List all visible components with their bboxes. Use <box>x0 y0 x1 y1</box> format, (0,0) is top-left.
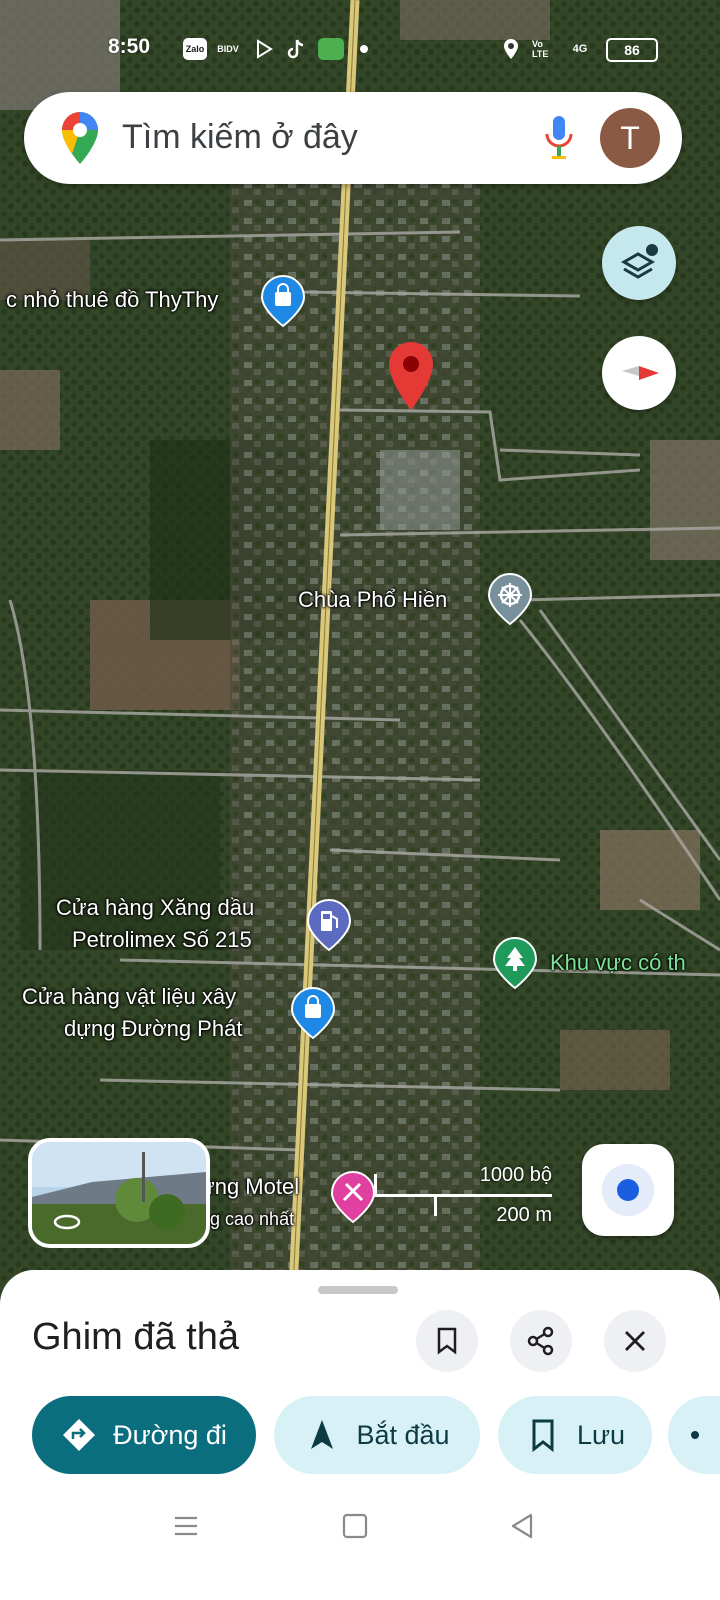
save-label: Lưu <box>576 1419 626 1450</box>
layers-icon <box>620 244 658 279</box>
gas-station-poi-icon[interactable] <box>306 898 352 952</box>
drag-handle[interactable] <box>318 1286 398 1294</box>
poi-label-material-line1[interactable]: Cửa hàng vật liệu xây <box>22 982 236 1012</box>
shopping-bag-poi-icon[interactable] <box>260 274 306 328</box>
play-icon <box>253 38 275 60</box>
dropped-pin-icon[interactable] <box>386 340 436 414</box>
close-icon <box>625 1331 645 1351</box>
more-chip[interactable] <box>668 1396 720 1474</box>
volte-icon: Vo LTE <box>532 39 549 59</box>
share-button[interactable] <box>510 1310 572 1372</box>
share-icon-partial <box>691 1431 699 1439</box>
compass-icon <box>622 366 659 380</box>
my-location-button[interactable] <box>582 1144 674 1236</box>
scale-bar: 1000 bộ 200 m <box>372 1160 552 1226</box>
directions-label: Đường đi <box>113 1419 227 1450</box>
map-view[interactable]: 8:50 Zalo BIDV Vo LTE 4G 86 Tìm kiếm ở đ… <box>0 0 720 1310</box>
lodging-poi-icon[interactable] <box>330 1170 376 1224</box>
scale-metric: 200 m <box>496 1204 552 1226</box>
directions-icon <box>63 1419 96 1451</box>
street-view-thumbnail[interactable] <box>28 1138 210 1248</box>
tree-poi-icon[interactable] <box>492 936 538 990</box>
status-bar: 8:50 Zalo BIDV Vo LTE 4G 86 <box>0 0 720 90</box>
more-notifications-dot <box>360 45 368 53</box>
search-input[interactable]: Tìm kiếm ở đây <box>122 118 358 157</box>
bookmark-button[interactable] <box>416 1310 478 1372</box>
satellite-imagery <box>0 0 720 1310</box>
microphone-icon[interactable] <box>542 114 576 162</box>
dharma-wheel-poi-icon[interactable] <box>487 572 533 626</box>
share-icon <box>527 1326 554 1356</box>
compass-button[interactable] <box>602 336 676 410</box>
battery-icon: 86 <box>606 38 658 62</box>
bookmark-icon <box>532 1419 554 1453</box>
start-label: Bắt đầu <box>356 1419 450 1450</box>
bookmark-icon <box>437 1327 457 1355</box>
poi-label-forest[interactable]: Khu vực có th <box>550 948 686 978</box>
google-maps-logo-icon <box>62 112 98 164</box>
signal-4g-icon: 4G <box>572 43 588 55</box>
directions-button[interactable]: Đường đi <box>32 1396 256 1474</box>
place-title: Ghim đã thả <box>32 1316 239 1358</box>
messages-icon <box>318 38 344 60</box>
360-rotate-icon <box>53 1214 81 1230</box>
poi-label-petrol-line1[interactable]: Cửa hàng Xăng dầu <box>56 893 254 923</box>
close-button[interactable] <box>604 1310 666 1372</box>
tiktok-icon <box>285 38 307 60</box>
poi-label-petrol-line2[interactable]: Petrolimex Số 215 <box>72 925 252 955</box>
save-button[interactable]: Lưu <box>498 1396 652 1474</box>
system-navigation-bar <box>0 1490 720 1600</box>
shopping-bag-poi-icon[interactable] <box>290 986 336 1040</box>
scale-imperial: 1000 bộ <box>479 1164 552 1186</box>
back-icon[interactable] <box>508 1512 536 1540</box>
start-button[interactable]: Bắt đầu <box>274 1396 480 1474</box>
zalo-icon: Zalo <box>183 38 207 60</box>
bidv-icon: BIDV <box>217 44 239 54</box>
account-avatar[interactable]: T <box>600 108 660 168</box>
navigation-arrow-icon <box>311 1420 334 1449</box>
home-icon[interactable] <box>341 1512 369 1540</box>
poi-label-pagoda[interactable]: Chùa Phổ Hiền <box>298 585 447 615</box>
status-time: 8:50 <box>108 35 151 58</box>
poi-label-motel-line2[interactable]: ng cao nhất <box>200 1204 294 1234</box>
layers-button[interactable] <box>602 226 676 300</box>
my-location-icon <box>602 1164 654 1216</box>
search-bar[interactable]: Tìm kiếm ở đây T <box>24 92 682 184</box>
poi-label-thythy[interactable]: c nhỏ thuê đồ ThyThy <box>6 285 218 315</box>
poi-label-material-line2[interactable]: dựng Đường Phát <box>64 1014 242 1044</box>
recent-apps-icon[interactable] <box>172 1512 200 1540</box>
poi-label-motel-line1[interactable]: ưng Motel <box>200 1172 299 1202</box>
location-status-icon <box>500 38 522 60</box>
